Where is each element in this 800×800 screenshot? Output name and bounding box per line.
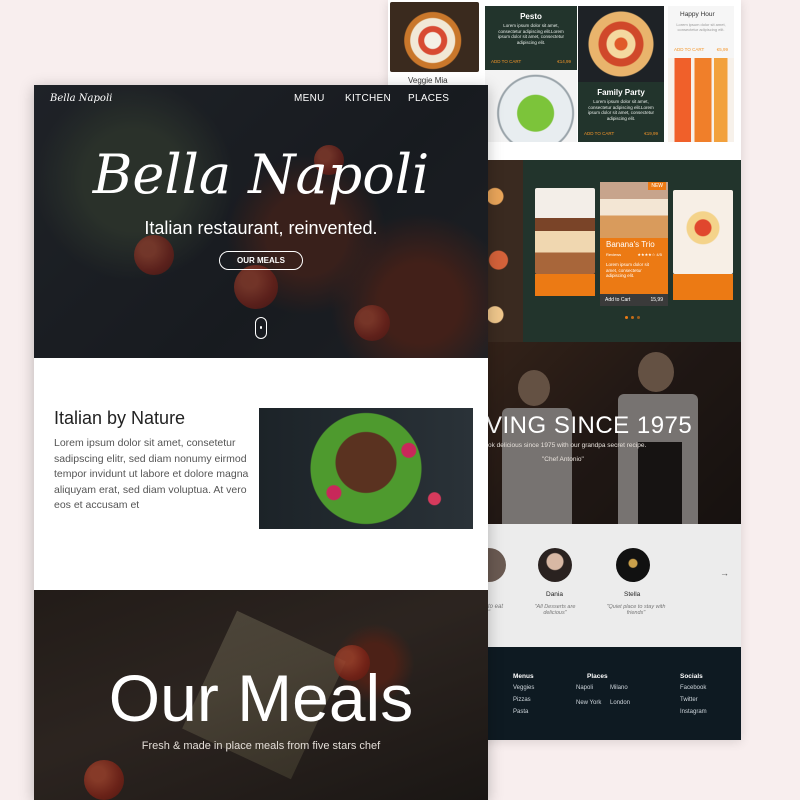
menu-card-title: Pesto <box>520 12 542 21</box>
menu-card-veggie-mia[interactable]: Veggie Mia <box>388 0 481 88</box>
pizza-image <box>390 2 479 72</box>
scroll-indicator-icon[interactable] <box>255 317 267 339</box>
about-quote: "Chef Antonio" <box>542 456 584 463</box>
nav-kitchen[interactable]: KITCHEN <box>345 93 391 104</box>
dessert-description: Lorem ipsum dolor sit amet, consectetur … <box>606 262 650 278</box>
menu-card-description: Lorem ipsum dolor sit amet, consectetur … <box>497 23 565 45</box>
our-meals-heading: Our Meals <box>108 661 414 735</box>
about-section: VING SINCE 1975 ok delicious since 1975 … <box>486 342 741 524</box>
nav-places[interactable]: PLACES <box>408 93 449 104</box>
hero-title: Bella Napoli <box>92 143 430 206</box>
dessert-photo-strip <box>488 160 523 342</box>
testimonial-name: Dania <box>546 591 563 598</box>
menu-card-price: €19,99 <box>644 131 658 136</box>
menu-card-description: Lorem ipsum dolor sit amet, consectetur … <box>587 99 655 121</box>
add-to-cart-link[interactable]: ADD TO CART <box>674 47 704 52</box>
menu-card-title: Veggie Mia <box>408 76 448 85</box>
footer-menus-heading: Menus <box>513 673 534 680</box>
footer-places-heading: Places <box>587 673 608 680</box>
about-subtext: ok delicious since 1975 with our grandpa… <box>488 442 647 449</box>
testimonials-section: to eat " Dania "All Desserts are delicio… <box>472 524 741 647</box>
footer-link[interactable]: Pasta <box>513 709 528 715</box>
footer-link[interactable]: New York <box>576 700 601 706</box>
hero-tagline: Italian restaurant, reinvented. <box>144 218 378 238</box>
salad-dish-image <box>259 408 473 529</box>
avatar <box>616 548 650 582</box>
footer-link[interactable]: Facebook <box>680 685 706 691</box>
menu-card-description: Lorem ipsum dolor sit amet, consectetur … <box>676 22 726 32</box>
footer-link[interactable]: Veggies <box>513 685 534 691</box>
menu-card-happy-hour[interactable]: Happy Hour Lorem ipsum dolor sit amet, c… <box>668 6 734 58</box>
rating-stars: ★★★★☆ 4/5 <box>637 252 662 257</box>
testimonial-name: Stella <box>624 591 641 598</box>
dessert-price: 15,99 <box>650 297 663 303</box>
menu-card-price: €14,99 <box>557 59 571 64</box>
footer-link[interactable]: Pizzas <box>513 697 531 703</box>
pizza-slices-image <box>578 6 664 82</box>
our-meals-subtext: Fresh & made in place meals from five st… <box>141 740 381 752</box>
desserts-section: S NEW Banana's Trio Reviews ★★★★☆ 4/5 Lo… <box>484 160 741 342</box>
footer-link[interactable]: Milano <box>610 685 628 691</box>
footer-socials-heading: Socials <box>680 673 703 680</box>
dessert-card-featured[interactable]: NEW Banana's Trio Reviews ★★★★☆ 4/5 Lore… <box>600 182 668 306</box>
footer-link[interactable]: Napoli <box>576 685 593 691</box>
about-heading: VING SINCE 1975 <box>486 412 693 439</box>
testimonial-quote-partial: to eat " <box>488 604 504 616</box>
carousel-dots[interactable] <box>625 316 640 319</box>
intro-heading: Italian by Nature <box>54 408 186 428</box>
dessert-card[interactable] <box>673 190 733 274</box>
hero-section: Bella Napoli MENU KITCHEN PLACES Bella N… <box>34 85 488 358</box>
add-to-cart-link[interactable]: ADD TO CART <box>584 131 614 136</box>
banana-dessert-image <box>600 182 668 238</box>
pesto-pasta-image <box>485 70 577 142</box>
reviews-label: Reviews <box>606 252 622 257</box>
menu-card-family-party[interactable]: Family Party Lorem ipsum dolor sit amet,… <box>578 82 664 142</box>
our-meals-button[interactable]: OUR MEALS <box>219 251 303 270</box>
front-page-preview: Bella Napoli MENU KITCHEN PLACES Bella N… <box>34 85 488 800</box>
dessert-card-footer <box>673 274 733 300</box>
nav-menu[interactable]: MENU <box>294 93 325 104</box>
dessert-title: Banana's Trio <box>606 240 655 249</box>
footer-link[interactable]: Instagram <box>680 709 707 715</box>
footer-link[interactable]: London <box>610 700 630 706</box>
add-to-cart-link[interactable]: ADD TO CART <box>491 59 521 64</box>
avatar <box>538 548 572 582</box>
menu-card-title: Family Party <box>597 88 645 97</box>
add-to-cart-button[interactable]: Add to Cart <box>605 297 630 303</box>
intro-body: Lorem ipsum dolor sit amet, consetetur s… <box>54 437 249 511</box>
footer-link[interactable]: Twitter <box>680 697 698 703</box>
menu-card-price: €5,99 <box>716 47 728 52</box>
next-arrow-icon[interactable]: → <box>720 568 729 578</box>
site-logo[interactable]: Bella Napoli <box>50 93 112 104</box>
our-meals-section: Our Meals Fresh & made in place meals fr… <box>34 590 488 800</box>
site-footer: Menus Veggies Pizzas Pasta Places Napoli… <box>488 647 741 740</box>
intro-section: Italian by Nature Lorem ipsum dolor sit … <box>34 358 488 590</box>
menu-card-title: Happy Hour <box>680 11 715 18</box>
new-badge: NEW <box>648 182 666 190</box>
testimonial-quote: "All Desserts are delicious" <box>534 604 576 616</box>
testimonial-quote: "Quiet place to stay with friends" <box>606 604 666 616</box>
dessert-card-footer <box>535 274 595 296</box>
menu-card-pesto[interactable]: Pesto Lorem ipsum dolor sit amet, consec… <box>485 6 577 70</box>
dessert-card[interactable] <box>535 188 595 274</box>
cocktails-image <box>668 58 734 142</box>
